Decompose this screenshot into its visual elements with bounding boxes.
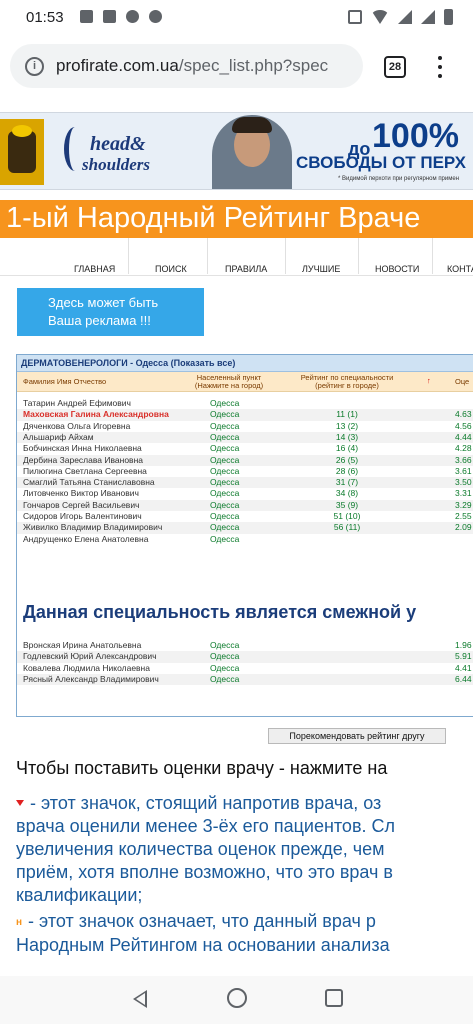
status-bar: 01:53 xyxy=(0,0,473,34)
table-row[interactable]: Живилко Владимир Владимирович Одесса 56 (1… xyxy=(17,522,473,534)
nfc-icon xyxy=(348,10,362,24)
nav-home[interactable]: ГЛАВНАЯ xyxy=(74,264,115,274)
ad-percent: 100% xyxy=(372,117,459,155)
wifi-icon xyxy=(371,10,389,24)
table-row[interactable]: Маховская Галина Александровна Одесса 11 (… xyxy=(17,409,473,421)
brand-logo: head& shoulders xyxy=(60,121,195,183)
battery-icon xyxy=(444,9,453,25)
nav-search[interactable]: ПОИСК xyxy=(155,264,187,274)
info-icon[interactable]: i xyxy=(25,56,44,76)
n-marker-explanation: н- этот значок означает, что данный врач… xyxy=(16,911,390,955)
table-row[interactable]: Рясный Александр Владимирович Одесса 6.44 xyxy=(17,673,473,686)
web-page: head& shoulders до 100% СВОБОДЫ ОТ ПЕРХ … xyxy=(0,100,473,976)
adjacent-specialty-heading: Данная специальность является смежной у xyxy=(23,602,417,622)
ad-note: * Видимой перхоти при регулярном примен xyxy=(338,176,460,182)
table-row[interactable]: Годлевский Юрий Александрович Одесса 5.91 xyxy=(17,651,473,663)
col-score[interactable]: Оце xyxy=(455,378,469,386)
url-path: /spec_list.php?spec xyxy=(178,56,329,75)
n-badge-icon: н xyxy=(16,916,23,928)
red-marker-explanation: - этот значок, стоящий напротив врача, о… xyxy=(16,793,396,905)
shield-icon xyxy=(126,10,139,23)
instruction-text: Чтобы поставить оценки врачу - нажмите н… xyxy=(16,758,388,778)
table-row[interactable]: Дербина Зарeслава Ивановна Одесса 26 (5) 3.… xyxy=(17,454,473,466)
table-row[interactable]: Пилюгина Светлана Сергеевна Одесса 28 (6) 3… xyxy=(17,466,473,477)
table-row[interactable]: Смаглий Татьяна Станиславовна Одесса 31 (7… xyxy=(17,477,473,489)
ad-photo xyxy=(212,115,292,189)
table-row[interactable]: Татарин Андрей Ефимович Одесса xyxy=(17,398,473,409)
nav-best[interactable]: ЛУЧШИЕ xyxy=(302,264,340,274)
nav-rules[interactable]: ПРАВИЛА xyxy=(225,264,267,274)
red-triangle-icon xyxy=(16,800,24,807)
youtube-icon xyxy=(80,10,93,23)
signal-icon xyxy=(398,10,412,24)
mascot-image xyxy=(0,119,44,185)
col-name[interactable]: Фамилия Имя Отчество xyxy=(23,378,106,386)
recommend-button[interactable]: Порекомендовать рейтинг другу xyxy=(268,728,446,744)
table-row[interactable]: Альшариф Айхам Одесса 14 (3) 4.44 xyxy=(17,431,473,444)
recents-icon[interactable] xyxy=(325,989,343,1007)
sort-arrow-icon[interactable]: ↑ xyxy=(427,377,431,385)
ad-placeholder-line1: Здесь может быть xyxy=(48,295,159,310)
site-title: 1-ый Народный Рейтинг Враче xyxy=(6,202,421,234)
table-row[interactable]: Бобчинская Инна Николаевна Одесса 16 (4) 4.… xyxy=(17,443,473,454)
ad-placeholder-line2: Ваша реклама !!! xyxy=(48,313,151,328)
table-row[interactable]: Ковалева Людмила Николаевна Одесса 4.41 xyxy=(17,663,473,674)
system-icons xyxy=(348,9,453,25)
table-row[interactable]: Дяченкова Ольга Игоревна Одесса 13 (2) 4.56 xyxy=(17,421,473,432)
specialty-title-link[interactable]: ДЕРМАТОВЕНЕРОЛОГИ - Одесса (Показать все… xyxy=(21,358,235,368)
address-bar[interactable]: i profirate.com.ua/spec_list.php?spec xyxy=(10,44,363,88)
home-icon[interactable] xyxy=(227,988,247,1008)
ad-banner[interactable]: head& shoulders до 100% СВОБОДЫ ОТ ПЕРХ … xyxy=(0,112,473,190)
doctors-table: ДЕРМАТОВЕНЕРОЛОГИ - Одесса (Показать все… xyxy=(16,354,473,717)
notification-icons xyxy=(80,10,162,23)
table-row[interactable]: Вронская Ирина Анатольевна Одесса 1.96 xyxy=(17,640,473,651)
nav-contacts[interactable]: КОНТА xyxy=(447,264,473,274)
ad-placeholder[interactable]: Здесь может быть Ваша реклама !!! xyxy=(17,288,204,336)
system-nav-bar xyxy=(0,976,473,1024)
table-row[interactable]: Сидоров Игорь Валентинович Одесса 51 (10) 2… xyxy=(17,511,473,522)
site-title-bar: 1-ый Народный Рейтинг Враче xyxy=(0,200,473,238)
back-icon[interactable] xyxy=(133,990,147,1008)
table-row[interactable]: Литовченко Виктор Иванович Одесса 34 (8) 3.… xyxy=(17,488,473,499)
menu-icon[interactable] xyxy=(437,56,443,78)
nav-news[interactable]: НОВОСТИ xyxy=(375,264,419,274)
table-row[interactable]: Гончаров Сергей Васильевич Одесса 35 (9) 3.… xyxy=(17,499,473,511)
tab-switcher-button[interactable]: 28 xyxy=(384,56,406,78)
image-icon xyxy=(103,10,116,23)
main-nav: ГЛАВНАЯ ПОИСК ПРАВИЛА ЛУЧШИЕ НОВОСТИ КОН… xyxy=(0,238,473,276)
url-text[interactable]: profirate.com.ua/spec_list.php?spec xyxy=(56,56,328,76)
table-header: ДЕРМАТОВЕНЕРОЛОГИ - Одесса (Показать все… xyxy=(17,355,473,372)
col-city[interactable]: Населенный пункт (Нажмите на город) xyxy=(189,374,269,390)
signal-icon xyxy=(421,10,435,24)
table-row[interactable]: Андрущенко Елена Анатолевна Одесса xyxy=(17,534,473,545)
browser-toolbar: i profirate.com.ua/spec_list.php?spec 28 xyxy=(0,34,473,96)
shield-icon xyxy=(149,10,162,23)
url-domain: profirate.com.ua xyxy=(56,56,179,75)
column-headers: Фамилия Имя Отчество Населенный пункт (На… xyxy=(17,372,473,392)
col-rank[interactable]: Рейтинг по специальности (рейтинг в город… xyxy=(292,374,402,390)
status-time: 01:53 xyxy=(26,9,64,26)
ad-tagline: СВОБОДЫ ОТ ПЕРХ xyxy=(296,153,466,172)
